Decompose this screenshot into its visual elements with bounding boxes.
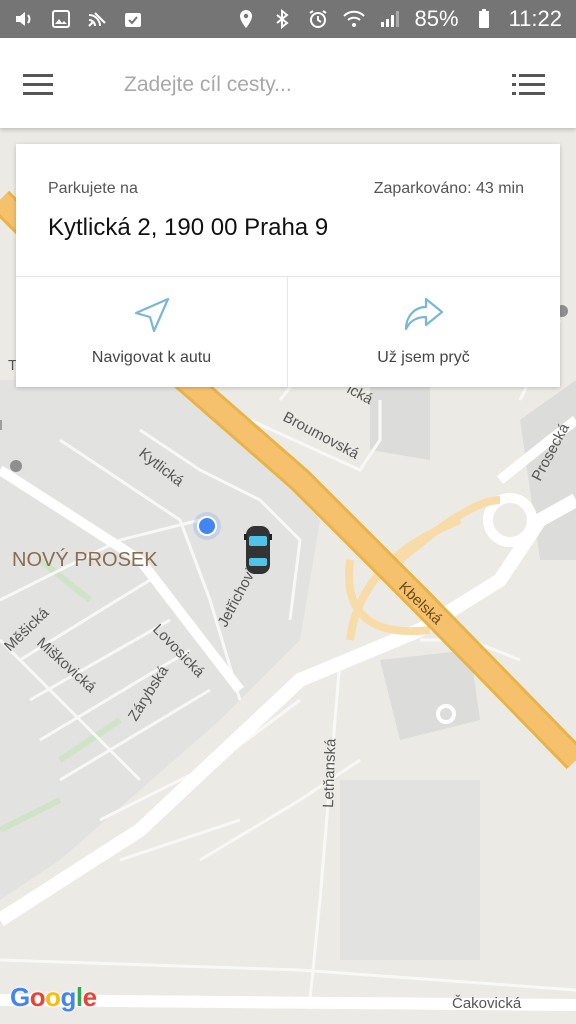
volume-icon [14,9,36,29]
street-label: Čakovická [452,995,522,1012]
parking-label: Parkujete na [48,180,138,197]
already-gone-label: Už jsem pryč [377,349,470,366]
destination-search-input[interactable] [122,64,486,106]
battery-percent: 85% [414,6,459,31]
menu-icon[interactable] [20,66,56,102]
navigation-arrow-icon [134,297,169,333]
signal-icon [379,9,401,29]
google-logo: Google [10,982,97,1013]
current-location-marker [193,512,221,540]
alarm-icon [307,9,329,29]
clipboard-icon [122,9,144,29]
bluetooth-icon [271,9,293,29]
parked-car-icon[interactable] [244,526,272,574]
share-arrow-icon [404,297,443,331]
navigate-to-car-button[interactable]: Navigovat k autu [16,277,287,387]
urban-block [340,780,480,960]
wifi-icon [342,9,365,29]
list-icon[interactable] [508,66,548,102]
cast-icon [86,9,108,29]
map-dot [10,460,22,472]
parking-address: Kytlická 2, 190 00 Praha 9 [48,214,329,241]
image-icon [50,9,72,29]
street-label: Letňanská [320,738,339,808]
parking-card: Parkujete na Zaparkováno: 43 min Kytlick… [16,144,560,387]
parked-duration: Zaparkováno: 43 min [373,180,524,197]
area-label: NOVÝ PROSEK [12,548,158,571]
top-bar [0,38,576,128]
clock: 11:22 [508,6,562,31]
google-logo-text: Google [10,982,97,1012]
navigate-to-car-label: Navigovat k autu [91,349,212,366]
already-gone-button[interactable]: Už jsem pryč [288,277,559,387]
location-icon [235,9,257,29]
status-bar: 85% 11:22 [0,0,576,38]
battery-icon [473,9,495,29]
